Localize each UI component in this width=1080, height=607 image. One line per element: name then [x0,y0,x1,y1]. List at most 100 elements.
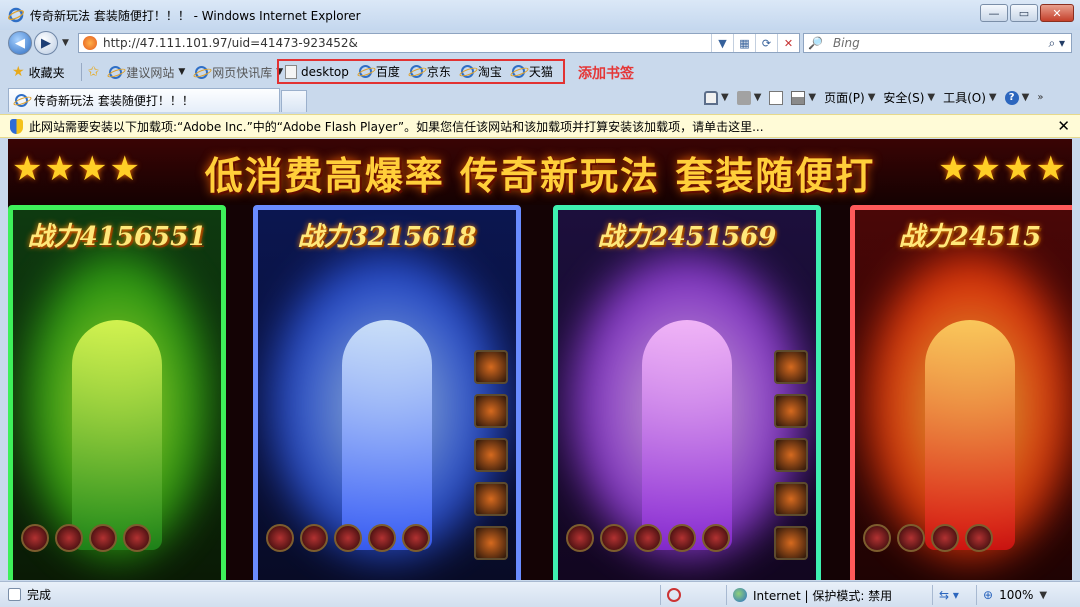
gem-row [21,524,151,552]
divider [80,63,82,81]
bookmark-label: 京东 [426,65,451,79]
history-dropdown-icon[interactable]: ▼ [62,38,69,48]
stars-right-icon: ★★★★ [938,149,1068,189]
window-title: 传奇新玩法 套装随便打！！！ - Windows Internet Explor… [30,8,361,23]
bookmark-desktop[interactable]: desktop [285,64,349,79]
combat-power-label: 战力3215618 [297,222,477,252]
search-input[interactable]: Bing [833,36,1048,50]
star-icon: ★ [12,64,25,80]
back-button[interactable]: ◀ [8,31,32,55]
gem-row [566,524,730,552]
address-dropdown-icon[interactable]: ▼ [711,34,733,52]
banner-headline: 低消费高爆率 传奇新玩法 套装随便打 [204,152,876,198]
tools-menu[interactable]: 工具(O) ▼ [943,89,997,106]
search-box[interactable]: 🔎 Bing ⌕ ▾ [803,33,1072,53]
navigation-bar: ◀ ▶ ▼ http://47.111.101.97/uid=41473-923… [0,30,1080,56]
add-to-favorites-button[interactable]: ✩ [88,64,100,80]
equipment-slots [474,350,508,560]
gem-row [266,524,430,552]
ie-page-icon [511,65,525,78]
page-menu[interactable]: 页面(P) ▼ [824,89,875,106]
address-bar[interactable]: http://47.111.101.97/uid=41473-923452& ▼… [78,33,800,53]
warrior-figure [342,320,432,550]
print-button[interactable]: ▼ [791,90,816,105]
bookmark-jd[interactable]: 京东 [409,63,451,80]
feeds-button[interactable]: ▼ [736,90,761,105]
tools-menu-label: 工具(O) [943,91,986,105]
information-bar[interactable]: 此网站需要安装以下加载项:“Adobe Inc.”中的“Adobe Flash … [0,114,1080,138]
status-text: 完成 [27,588,52,602]
page-status-icon [8,588,21,601]
printer-icon [791,90,806,105]
character-card: 战力4156551 [8,205,226,580]
suggested-sites-button[interactable]: 建议网站 ▼ [109,64,185,81]
title-bar: 传奇新玩法 套装随便打！！！ - Windows Internet Explor… [0,0,1080,30]
minimize-button[interactable]: — [980,4,1008,22]
bookmark-baidu[interactable]: 百度 [358,63,400,80]
web-slice-gallery-label: 网页快讯库 [212,65,273,80]
favorites-label: 收藏夹 [28,65,65,80]
blocked-content-cell[interactable] [660,585,726,605]
safety-menu[interactable]: 安全(S) ▼ [883,89,935,106]
banner-headline-strip: ★★★★ 低消费高爆率 传奇新玩法 套装随便打 ★★★★ [8,139,1072,205]
tab-bar: 传奇新玩法 套装随便打！！！ ▼ ▼ ▼ 页面(P) ▼ 安全(S) ▼ 工具(O)… [0,86,1080,112]
bookmark-label: 天猫 [528,65,553,79]
read-mail-button[interactable] [769,90,784,105]
game-banner[interactable]: ★★★★ 低消费高爆率 传奇新玩法 套装随便打 ★★★★ 战力4156551 战… [8,139,1072,580]
combat-power-label: 战力4156551 [27,222,207,252]
ie-logo-icon [8,7,24,23]
site-favicon-icon [83,36,97,50]
search-icon[interactable]: ⌕ ▾ [1048,36,1065,51]
zoom-control[interactable]: ⊕ 100% ▼ [976,585,1072,605]
mail-icon [769,90,784,105]
compatibility-view-icon[interactable]: ▦ [733,34,755,52]
chevron-down-icon: ▼ [1039,589,1048,601]
add-favorite-icon: ✩ [87,64,100,80]
help-menu[interactable]: ? ▼ [1004,90,1029,105]
web-slice-gallery-button[interactable]: 网页快讯库 ▼ [195,64,283,81]
info-bar-close-icon[interactable]: ✕ [1057,117,1070,135]
status-bar: 完成 Internet | 保护模式: 禁用 ⇆ ▾ ⊕ 100% ▼ [0,581,1080,607]
bookmark-tmall[interactable]: 天猫 [511,63,553,80]
security-zone[interactable]: Internet | 保护模式: 禁用 [726,585,932,605]
info-bar-message: 此网站需要安装以下加载项:“Adobe Inc.”中的“Adobe Flash … [29,119,764,134]
home-button[interactable]: ▼ [704,90,729,105]
combat-power-label: 战力2451569 [597,222,777,252]
character-card: 战力24515 [850,205,1072,580]
address-url[interactable]: http://47.111.101.97/uid=41473-923452& [103,36,711,50]
gem-row [863,524,993,552]
refresh-icon[interactable]: ⟳ [755,34,777,52]
zone-text: Internet | 保护模式: 禁用 [753,588,893,603]
bookmark-label: 淘宝 [477,65,502,79]
character-card: 战力2451569 [553,205,821,580]
popup-blocked-icon [667,588,681,602]
zoom-level: 100% [999,588,1034,602]
stop-icon[interactable]: ✕ [777,34,799,52]
globe-icon [733,588,747,602]
new-tab-button[interactable] [281,90,307,112]
rss-feed-icon [736,90,751,105]
page-menu-label: 页面(P) [824,91,865,105]
annotation-label: 添加书签 [578,66,634,82]
warrior-figure [642,320,732,550]
bookmark-taobao[interactable]: 淘宝 [460,63,502,80]
help-icon: ? [1004,90,1019,105]
forward-button[interactable]: ▶ [34,31,58,55]
accelerator-icon: ⇆ ▾ [939,588,959,602]
tab-active[interactable]: 传奇新玩法 套装随便打！！！ [8,88,280,112]
close-button[interactable]: ✕ [1040,4,1074,22]
character-card: 战力3215618 [253,205,521,580]
warrior-figure [72,320,162,550]
suggested-sites-label: 建议网站 [126,65,175,80]
toolbar-overflow-button[interactable]: » [1037,92,1043,103]
search-provider-icon: 🔎 [808,36,823,50]
window-controls: — ▭ ✕ [980,4,1074,22]
ie-page-icon [195,65,209,79]
combat-power-label: 战力24515 [898,222,1042,252]
zoom-icon: ⊕ [983,588,994,602]
maximize-button[interactable]: ▭ [1010,4,1038,22]
accelerator-cell[interactable]: ⇆ ▾ [932,585,976,605]
favorites-button[interactable]: ★ 收藏夹 [12,64,65,81]
bookmark-label: desktop [301,64,349,79]
chevron-down-icon: ▼ [178,67,186,77]
